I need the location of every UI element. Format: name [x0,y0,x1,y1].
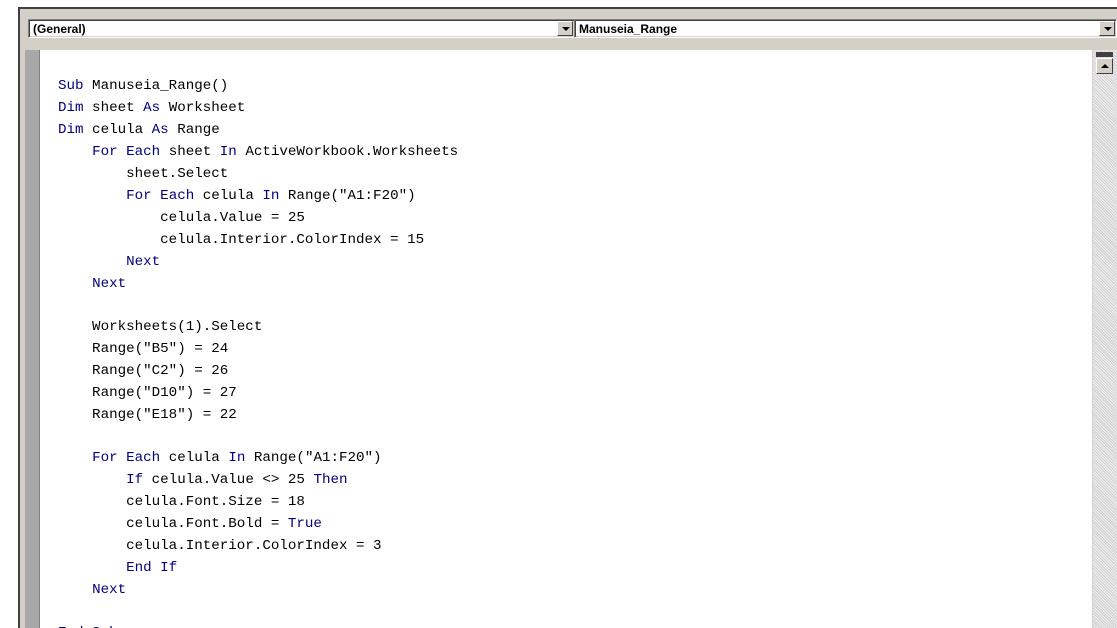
code-text: Range("A1:F20") [279,188,416,204]
code-text: Worksheet [160,100,246,116]
code-text: celula.Font.Bold = [58,516,288,532]
margin-indicator-bar[interactable] [25,50,40,628]
code-window-dropdown-bar: (General) Manuseia_Range [20,9,1117,43]
code-keyword: True [287,516,322,532]
code-text: Range("E18") = 22 [58,407,237,423]
code-line[interactable]: celula.Interior.ColorIndex = 15 [58,229,424,251]
code-text: Range("D10") = 27 [58,385,237,401]
code-text: celula.Value = 25 [58,210,305,226]
code-keyword: As [143,100,161,116]
code-line[interactable]: Worksheets(1).Select [58,316,262,338]
code-text: Range [168,122,220,138]
code-text: sheet [160,144,220,160]
code-keyword: In [228,450,246,466]
code-line[interactable]: Range("D10") = 27 [58,382,237,404]
code-text: celula.Value <> 25 [143,472,314,488]
chevron-down-icon[interactable] [1099,21,1115,36]
code-line[interactable]: Dim sheet As Worksheet [58,97,245,119]
code-text: celula [83,122,152,138]
code-keyword: End If [126,560,178,576]
code-line[interactable]: Range("C2") = 26 [58,360,228,382]
object-dropdown-value: (General) [33,22,86,36]
code-line[interactable]: celula.Value = 25 [58,207,305,229]
code-keyword: In [219,144,237,160]
chevron-down-icon[interactable] [557,21,573,36]
code-line[interactable]: celula.Font.Bold = True [58,513,322,535]
procedure-dropdown[interactable]: Manuseia_Range [574,19,1117,38]
procedure-dropdown-value: Manuseia_Range [579,22,678,36]
code-line[interactable]: End Sub [58,622,118,628]
code-editor[interactable]: Sub Manuseia_Range() Dim sheet As Worksh… [40,50,1092,628]
code-text: Worksheets(1).Select [58,319,263,335]
code-keyword: Next [92,276,127,292]
code-line[interactable]: Range("B5") = 24 [58,338,228,360]
code-text: sheet.Select [58,166,229,182]
code-text: Range("A1:F20") [245,450,382,466]
window-top-frame [0,0,1117,9]
code-keyword: For Each [126,188,195,204]
code-text: celula.Font.Size = 18 [58,494,305,510]
code-line[interactable]: Next [58,579,126,601]
code-keyword: For Each [92,450,161,466]
code-line[interactable]: Dim celula As Range [58,119,220,141]
code-text: celula.Interior.ColorIndex = 15 [58,232,425,248]
code-text: ActiveWorkbook.Worksheets [236,144,459,160]
code-line[interactable]: Next [58,273,126,295]
code-line[interactable]: celula.Font.Size = 18 [58,491,305,513]
code-keyword: Next [126,254,161,270]
code-text: Range("C2") = 26 [58,363,229,379]
vertical-scrollbar[interactable] [1093,50,1117,628]
code-text: celula.Interior.ColorIndex = 3 [58,538,382,554]
code-text: Manuseia_Range() [83,78,229,94]
code-text: celula [194,188,263,204]
code-line[interactable]: sheet.Select [58,163,228,185]
code-keyword: Dim [58,122,84,138]
object-dropdown[interactable]: (General) [28,19,575,38]
code-line[interactable]: For Each celula In Range("A1:F20") [58,447,382,469]
code-keyword: As [151,122,169,138]
code-text: Range("B5") = 24 [58,341,229,357]
code-keyword: Sub [58,78,84,94]
code-keyword: Next [92,582,127,598]
code-keyword: If [126,472,144,488]
code-keyword: Dim [58,100,84,116]
code-line[interactable]: Next [58,251,160,273]
scroll-up-arrow-icon[interactable] [1096,58,1113,74]
scroll-split-bar[interactable] [1096,52,1113,57]
code-line[interactable]: If celula.Value <> 25 Then [58,469,348,491]
code-text: sheet [83,100,144,116]
code-line[interactable]: For Each celula In Range("A1:F20") [58,185,416,207]
window-left-frame [0,8,20,628]
code-text: celula [160,450,229,466]
code-line[interactable]: Range("E18") = 22 [58,404,237,426]
code-keyword: In [262,188,280,204]
code-line[interactable]: Sub Manuseia_Range() [58,75,228,97]
code-keyword: Then [313,472,348,488]
code-line[interactable]: celula.Interior.ColorIndex = 3 [58,535,382,557]
code-keyword: For Each [92,144,161,160]
code-line[interactable]: End If [58,557,177,579]
code-line[interactable]: For Each sheet In ActiveWorkbook.Workshe… [58,141,458,163]
